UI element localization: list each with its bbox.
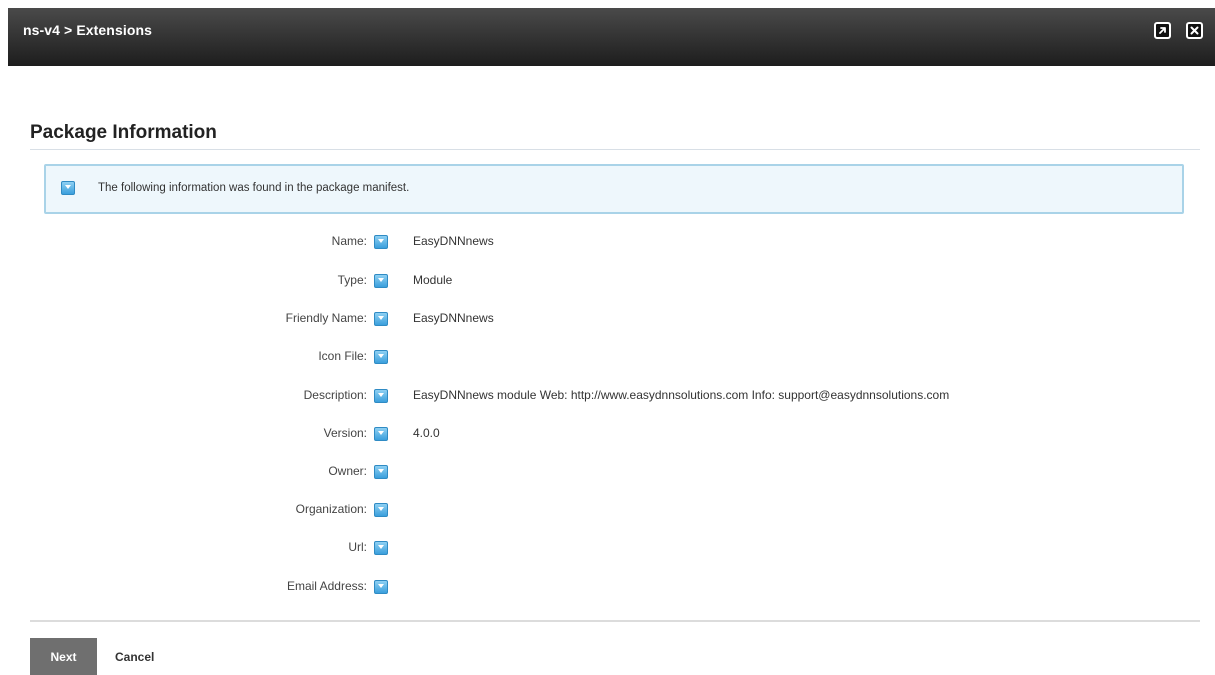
next-button[interactable]: Next <box>30 638 97 675</box>
info-message-text: The following information was found in t… <box>98 182 410 194</box>
field-row-name: Name: EasyDNNnews <box>0 234 1215 254</box>
window-titlebar: ns-v4 > Extensions <box>8 8 1215 66</box>
field-label: Url: <box>348 540 367 554</box>
help-icon[interactable] <box>374 350 388 364</box>
info-message-box: The following information was found in t… <box>44 164 1184 214</box>
field-row-type: Type: Module <box>0 273 1215 293</box>
actions-divider <box>30 620 1200 622</box>
field-label: Friendly Name: <box>285 311 367 325</box>
field-value: EasyDNNnews module Web: http://www.easyd… <box>413 388 950 402</box>
window-title: ns-v4 > Extensions <box>23 22 153 38</box>
page-title: Package Information <box>30 122 217 143</box>
help-icon[interactable] <box>374 541 388 555</box>
help-icon[interactable] <box>374 274 388 288</box>
field-row-url: Url: <box>0 540 1215 560</box>
external-link-icon[interactable] <box>1154 22 1171 39</box>
field-label: Version: <box>323 426 367 440</box>
field-row-friendly-name: Friendly Name: EasyDNNnews <box>0 311 1215 331</box>
field-label: Name: <box>331 234 367 248</box>
section-divider <box>30 149 1200 150</box>
help-icon[interactable] <box>374 465 388 479</box>
info-icon <box>61 181 75 195</box>
close-icon[interactable] <box>1186 22 1203 39</box>
field-row-email-address: Email Address: <box>0 579 1215 599</box>
help-icon[interactable] <box>374 503 388 517</box>
field-value: Module <box>413 273 453 287</box>
help-icon[interactable] <box>374 235 388 249</box>
field-value: 4.0.0 <box>413 426 440 440</box>
cancel-button[interactable]: Cancel <box>115 650 154 664</box>
field-row-version: Version: 4.0.0 <box>0 426 1215 446</box>
field-label: Type: <box>337 273 367 287</box>
field-label: Organization: <box>295 502 367 516</box>
field-row-owner: Owner: <box>0 464 1215 484</box>
help-icon[interactable] <box>374 580 388 594</box>
field-row-description: Description: EasyDNNnews module Web: htt… <box>0 388 1215 408</box>
help-icon[interactable] <box>374 389 388 403</box>
help-icon[interactable] <box>374 427 388 441</box>
field-row-organization: Organization: <box>0 502 1215 522</box>
field-label: Description: <box>303 388 367 402</box>
field-value: EasyDNNnews <box>413 234 494 248</box>
field-label: Email Address: <box>286 579 367 593</box>
field-label: Icon File: <box>318 349 367 363</box>
field-label: Owner: <box>328 464 367 478</box>
field-value: EasyDNNnews <box>413 311 494 325</box>
help-icon[interactable] <box>374 312 388 326</box>
field-row-icon-file: Icon File: <box>0 349 1215 369</box>
